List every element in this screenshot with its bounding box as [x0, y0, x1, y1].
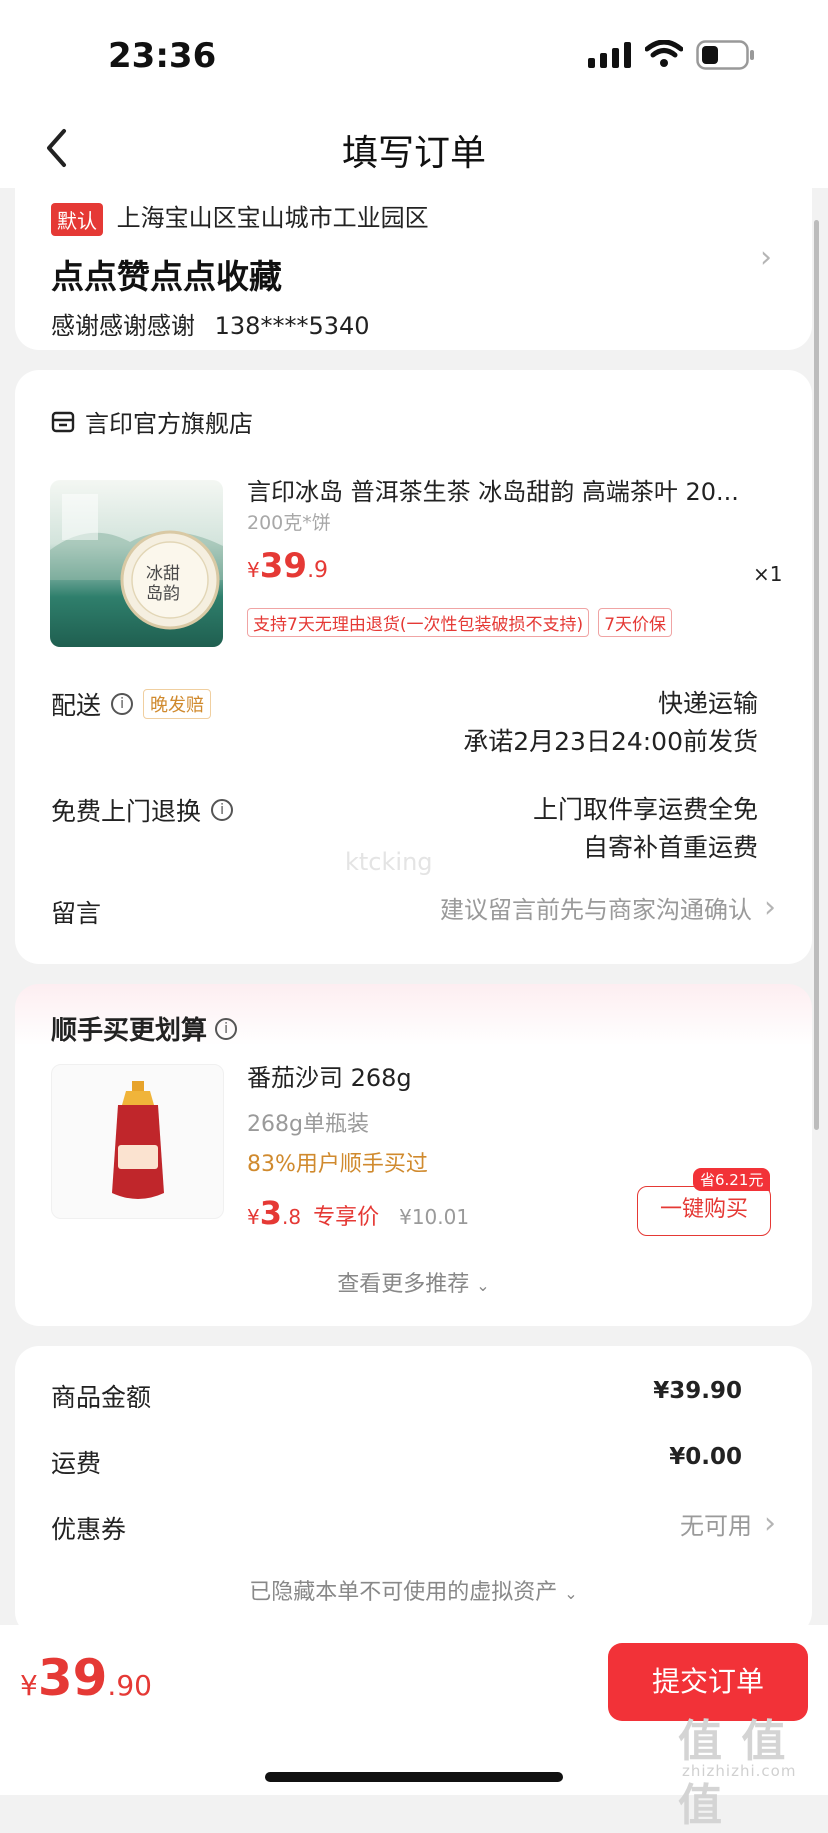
more-recommend-link[interactable]: 查看更多推荐 ⌄: [15, 1266, 812, 1298]
total-price-symbol: ¥: [20, 1669, 38, 1702]
recommend-item-price: ¥3.8 专享价 ¥10.01: [247, 1194, 469, 1232]
product-price-int: 39: [259, 546, 308, 586]
total-price-int: 39: [37, 1649, 108, 1707]
recipient-phone: 138****5340: [214, 312, 370, 340]
coupon-selector[interactable]: 无可用 ›: [680, 1506, 776, 1541]
total-price: ¥39.90: [20, 1649, 152, 1707]
home-indicator[interactable]: [265, 1772, 563, 1782]
recommend-item-social: 83%用户顺手买过: [247, 1152, 428, 1177]
product-title[interactable]: 言印冰岛 普洱茶生茶 冰岛甜韵 高端茶叶 20...: [247, 472, 739, 507]
message-field[interactable]: 建议留言前先与商家沟通确认 ›: [440, 890, 776, 925]
address-detail: 点点赞点点收藏: [51, 257, 282, 296]
product-spec: 200克*饼: [247, 512, 331, 534]
product-quantity: ×1: [753, 562, 783, 586]
recommend-item-image[interactable]: [51, 1064, 224, 1219]
total-price-dec: .90: [107, 1669, 152, 1702]
product-price-symbol: ¥: [247, 558, 260, 582]
status-bar: 23:36: [0, 0, 828, 110]
signal-icon: [588, 42, 631, 68]
shipping-label: 运费: [51, 1449, 102, 1478]
return-service-line2: 自寄补首重运费: [582, 833, 758, 862]
return-policy-tag: 支持7天无理由退货(一次性包装破损不支持): [247, 608, 590, 637]
recommend-header: 顺手买更划算 i: [51, 1010, 238, 1047]
nav-bar: 填写订单: [0, 110, 828, 188]
recommend-item-spec: 268g单瓶装: [247, 1112, 369, 1137]
product-image-text-1: 冰甜: [146, 564, 180, 584]
goods-amount-value: ¥39.90: [653, 1378, 742, 1404]
delivery-method: 快递运输: [657, 689, 758, 718]
return-info-icon[interactable]: i: [211, 799, 234, 821]
save-badge: 省6.21元: [693, 1168, 771, 1191]
order-card: 言印官方旗舰店 冰甜 岛韵 言印冰岛 普洱茶生茶 冰岛甜韵 高端茶叶 20...…: [15, 370, 812, 964]
recommend-price-dec: .8: [282, 1205, 302, 1229]
message-chevron-icon: ›: [764, 890, 776, 925]
default-badge: 默认: [51, 202, 103, 236]
tea-cake-icon: [50, 494, 223, 630]
address-location: 上海宝山区宝山城市工业园区: [116, 204, 429, 232]
delivery-label: 配送: [51, 691, 102, 720]
product-image[interactable]: 冰甜 岛韵: [50, 480, 223, 647]
store-name: 言印官方旗舰店: [85, 410, 253, 438]
store-icon: [51, 411, 75, 432]
store-header[interactable]: 言印官方旗舰店: [51, 404, 253, 439]
return-service-line1: 上门取件享运费全免: [532, 795, 758, 824]
recommend-price-int: 3: [259, 1194, 282, 1232]
hidden-assets-label: 已隐藏本单不可使用的虚拟资产: [249, 1580, 558, 1605]
summary-card: 商品金额 ¥39.90 运费 ¥0.00 优惠券 无可用 › 已隐藏本单不可使用…: [15, 1346, 812, 1636]
product-image-text: 冰甜 岛韵: [146, 564, 180, 604]
late-compensation-tag: 晚发赔: [143, 689, 212, 719]
address-location-row: 默认 上海宝山区宝山城市工业园区: [51, 198, 429, 236]
scrollbar[interactable]: [814, 220, 819, 1130]
product-tags: 支持7天无理由退货(一次性包装破损不支持) 7天价保: [247, 608, 673, 637]
more-recommend-label: 查看更多推荐: [337, 1272, 470, 1297]
message-placeholder: 建议留言前先与商家沟通确认: [440, 896, 752, 924]
coupon-chevron-icon: ›: [764, 1506, 776, 1541]
chevron-down-icon: ⌄: [564, 1584, 578, 1603]
wifi-icon: [645, 40, 683, 67]
return-service-label: 免费上门退换: [51, 797, 202, 826]
price-protect-tag: 7天价保: [598, 608, 673, 637]
coupon-value: 无可用: [680, 1512, 752, 1540]
delivery-info-icon[interactable]: i: [111, 693, 134, 715]
page-title: 填写订单: [341, 133, 486, 174]
site-watermark-url: zhizhizhi.com: [682, 1762, 797, 1780]
watermark-text: ktcking: [345, 848, 433, 876]
chevron-down-icon: ⌄: [476, 1276, 490, 1295]
shipping-value: ¥0.00: [669, 1444, 742, 1470]
goods-amount-label: 商品金额: [51, 1383, 152, 1412]
recipient-row: 感谢感谢感谢 138****5340: [51, 306, 370, 341]
one-click-buy-button[interactable]: 一键购买: [637, 1186, 771, 1236]
message-label: 留言: [51, 899, 102, 928]
recommend-item-name[interactable]: 番茄沙司 268g: [247, 1058, 412, 1093]
recommend-original-price: ¥10.01: [399, 1205, 470, 1229]
hidden-assets-toggle[interactable]: 已隐藏本单不可使用的虚拟资产 ⌄: [15, 1574, 812, 1606]
coupon-label: 优惠券: [51, 1515, 127, 1544]
delivery-row: 配送 i 晚发赔: [51, 686, 212, 722]
status-time: 23:36: [108, 36, 217, 76]
address-card[interactable]: 默认 上海宝山区宝山城市工业园区 点点赞点点收藏 感谢感谢感谢 138****5…: [15, 188, 812, 350]
ketchup-bottle-icon: [112, 1081, 164, 1199]
product-price: ¥39.9: [247, 546, 328, 586]
recommend-card: 顺手买更划算 i 番茄沙司 268g 268g单瓶装 83%用户顺手买过 ¥3.…: [15, 984, 812, 1326]
return-service-row: 免费上门退换 i: [51, 792, 234, 828]
product-price-dec: .9: [307, 558, 329, 583]
recommend-price-symbol: ¥: [247, 1205, 260, 1229]
recommend-info-icon[interactable]: i: [215, 1017, 238, 1040]
product-image-text-2: 岛韵: [146, 584, 180, 604]
address-chevron-icon: ›: [760, 240, 772, 275]
delivery-promise: 承诺2月23日24:00前发货: [463, 727, 758, 756]
recommend-price-label: 专享价: [313, 1205, 380, 1230]
recommend-title: 顺手买更划算: [51, 1016, 208, 1046]
battery-icon: [696, 40, 754, 70]
recipient-name: 感谢感谢感谢: [51, 312, 195, 340]
